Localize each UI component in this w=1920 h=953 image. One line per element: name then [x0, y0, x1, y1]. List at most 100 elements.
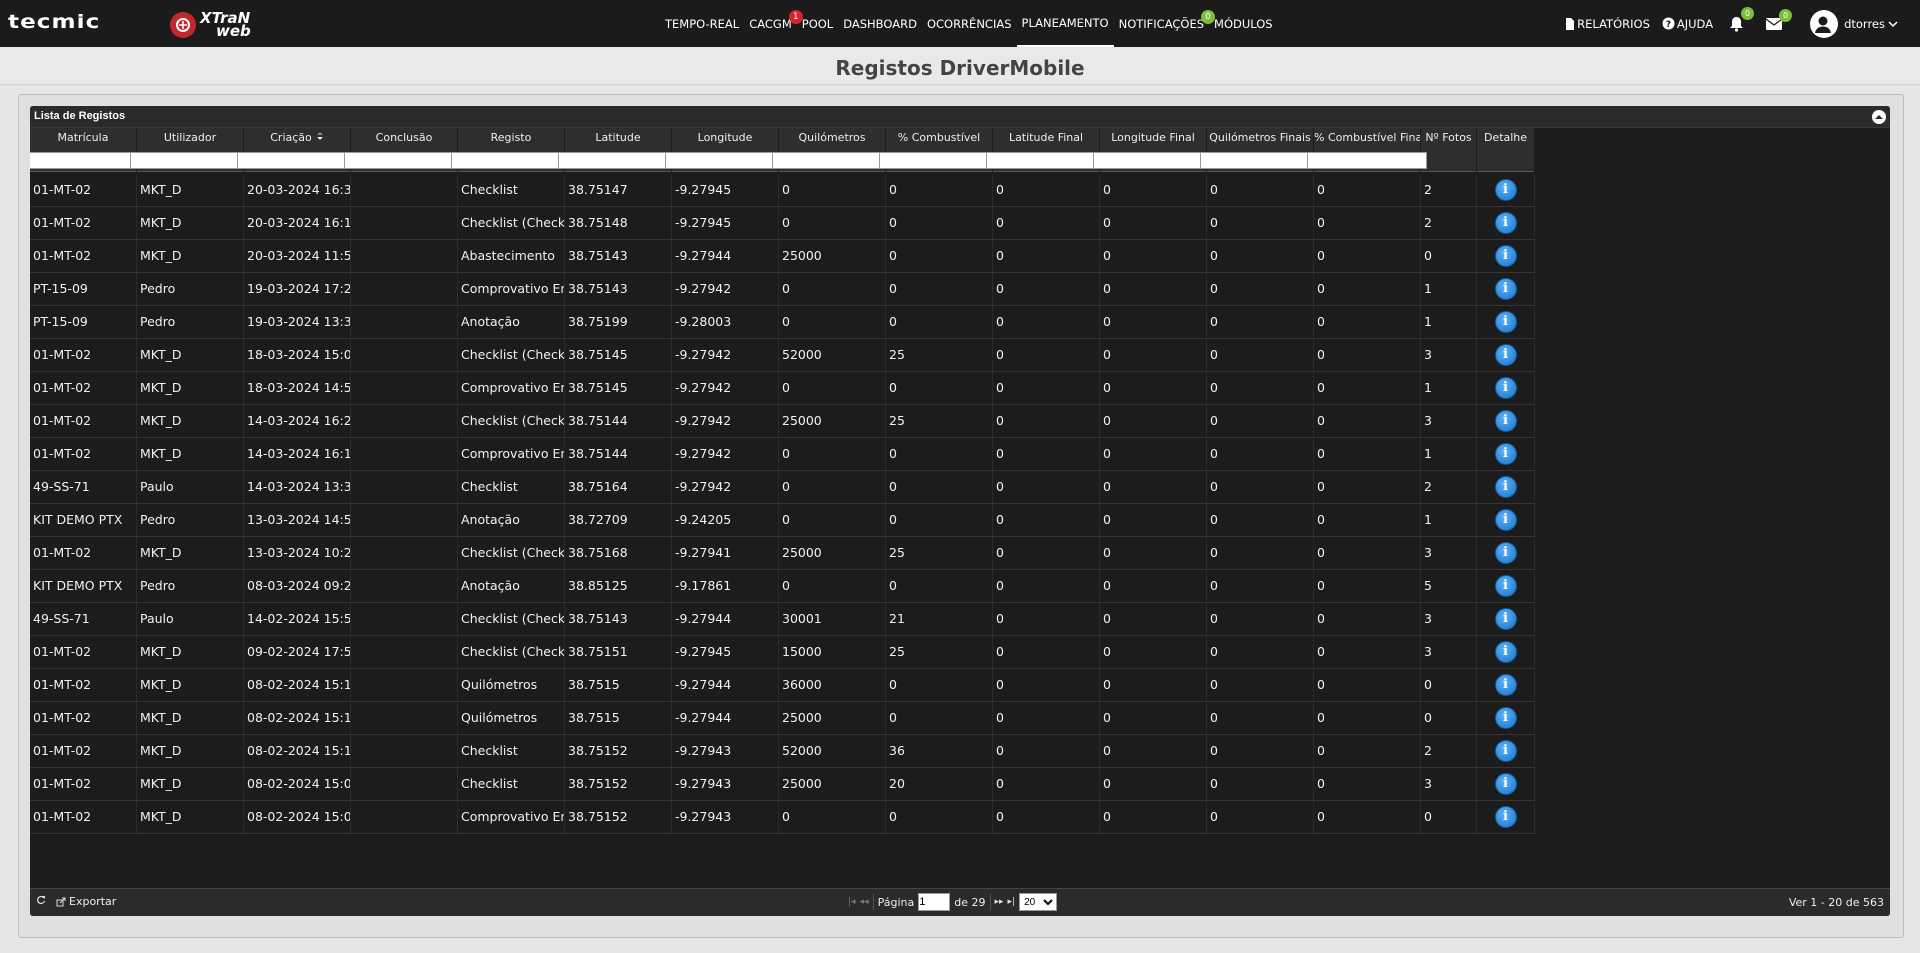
reports-link[interactable]: RELATÓRIOS	[1565, 17, 1650, 31]
info-icon[interactable]: i	[1494, 278, 1517, 300]
table-row[interactable]: KIT DEMO PTX Pedro 13-03-2024 14:53 Anotaçã…	[30, 504, 1535, 537]
column-header[interactable]: Registo	[458, 128, 565, 148]
column-filter-input[interactable]	[130, 151, 250, 169]
page-size-select[interactable]: 20	[1019, 893, 1058, 911]
column-filter-input[interactable]	[1093, 151, 1213, 169]
table-row[interactable]: 01-MT-02 MKT_D 08-02-2024 15:15 Quilómetros…	[30, 702, 1535, 735]
table-row[interactable]: 01-MT-02 MKT_D 08-02-2024 15:15 Quilómetros…	[30, 669, 1535, 702]
table-cell: 0	[1314, 207, 1421, 239]
column-filter-input[interactable]	[1307, 151, 1427, 169]
table-row[interactable]: 01-MT-02 MKT_D 18-03-2024 15:00 Checklist (…	[30, 339, 1535, 372]
table-cell: 0	[1100, 570, 1207, 602]
column-filter-input[interactable]	[879, 151, 999, 169]
column-header[interactable]: Latitude Final	[993, 128, 1100, 148]
column-header[interactable]: Utilizador	[137, 128, 244, 148]
info-icon[interactable]: i	[1494, 344, 1517, 366]
refresh-button[interactable]	[36, 895, 46, 908]
nav-item-módulos[interactable]: MÓDULOS	[1209, 0, 1278, 47]
table-row[interactable]: 01-MT-02 MKT_D 08-02-2024 15:09 Checklist 38…	[30, 768, 1535, 801]
table-cell: 2	[1421, 471, 1477, 503]
table-cell	[351, 471, 458, 503]
nav-item-tempo-real[interactable]: TEMPO-REAL	[660, 0, 744, 47]
pager-separator	[989, 894, 991, 910]
info-icon[interactable]: i	[1494, 608, 1517, 630]
column-header[interactable]: Longitude	[672, 128, 779, 148]
table-row[interactable]: 01-MT-02 MKT_D 14-03-2024 16:14 Comprovativ…	[30, 438, 1535, 471]
messages-button[interactable]: 0	[1766, 8, 1793, 30]
info-icon[interactable]: i	[1494, 311, 1517, 333]
column-filter-input[interactable]	[986, 151, 1106, 169]
column-filter-input[interactable]	[558, 151, 678, 169]
table-cell: -9.27944	[672, 669, 779, 701]
table-row[interactable]: 01-MT-02 MKT_D 14-03-2024 16:21 Checklist (…	[30, 405, 1535, 438]
table-row[interactable]: 01-MT-02 MKT_D 20-03-2024 11:50 Abastecimen…	[30, 240, 1535, 273]
export-button[interactable]: Exportar	[56, 895, 116, 908]
table-row[interactable]: 01-MT-02 MKT_D 20-03-2024 16:15 Checklist (…	[30, 207, 1535, 240]
column-header[interactable]: Quilómetros Finais	[1207, 128, 1314, 148]
column-filter-input[interactable]	[665, 151, 785, 169]
table-row[interactable]: 49-SS-71 Paulo 14-02-2024 15:57 Checklist (…	[30, 603, 1535, 636]
nav-item-planeamento[interactable]: PLANEAMENTO	[1016, 0, 1114, 47]
tecmic-logo[interactable]: tecmic	[8, 10, 153, 36]
info-icon[interactable]: i	[1494, 542, 1517, 564]
nav-item-cacgm[interactable]: CACGM 1	[744, 0, 803, 47]
column-filter-input[interactable]	[772, 151, 892, 169]
last-page-button[interactable]: ▸|	[1008, 897, 1016, 907]
table-row[interactable]: 01-MT-02 MKT_D 18-03-2024 14:59 Comprovativ…	[30, 372, 1535, 405]
info-icon[interactable]: i	[1494, 245, 1517, 267]
table-row[interactable]: 01-MT-02 MKT_D 08-02-2024 15:10 Checklist 38…	[30, 735, 1535, 768]
column-header[interactable]: Conclusão	[351, 128, 458, 148]
info-icon[interactable]: i	[1494, 377, 1517, 399]
table-row[interactable]: 49-SS-71 Paulo 14-03-2024 13:33 Checklist 38…	[30, 471, 1535, 504]
table-row[interactable]: 01-MT-02 MKT_D 20-03-2024 16:33 Checklist 38…	[30, 174, 1535, 207]
table-row[interactable]: PT-15-09 Pedro 19-03-2024 17:21 Comprovativ…	[30, 273, 1535, 306]
column-header[interactable]: Longitude Final	[1100, 128, 1207, 148]
nav-item-dashboard[interactable]: DASHBOARD	[838, 0, 922, 47]
table-row[interactable]: 01-MT-02 MKT_D 13-03-2024 10:29 Checklist (…	[30, 537, 1535, 570]
column-filter-input[interactable]	[451, 151, 571, 169]
table-row[interactable]: PT-15-09 Pedro 19-03-2024 13:32 Anotação 38.…	[30, 306, 1535, 339]
next-page-button[interactable]: ▸▸	[995, 897, 1004, 907]
nav-item-notificações[interactable]: NOTIFICAÇÕES 0	[1114, 0, 1216, 47]
info-icon[interactable]: i	[1494, 740, 1517, 762]
info-icon[interactable]: i	[1494, 509, 1517, 531]
info-icon[interactable]: i	[1494, 641, 1517, 663]
table-cell: 0	[1100, 240, 1207, 272]
nav-item-ocorrências[interactable]: OCORRÊNCIAS	[922, 0, 1017, 47]
column-header[interactable]: % Combustível	[886, 128, 993, 148]
table-row[interactable]: KIT DEMO PTX Pedro 08-03-2024 09:22 Anotaçã…	[30, 570, 1535, 603]
info-icon[interactable]: i	[1494, 806, 1517, 828]
user-menu[interactable]: dtorres	[1796, 9, 1900, 38]
info-icon[interactable]: i	[1494, 575, 1517, 597]
column-header[interactable]: Detalhe	[1477, 128, 1535, 148]
help-link[interactable]: ? AJUDA	[1662, 17, 1713, 31]
prev-page-button[interactable]: ◂◂	[860, 897, 869, 907]
info-icon[interactable]: i	[1494, 179, 1517, 201]
column-header[interactable]: Nº Fotos	[1421, 128, 1477, 148]
column-filter-input[interactable]	[30, 151, 143, 169]
notifications-bell[interactable]: 0	[1729, 6, 1755, 32]
table-row[interactable]: 01-MT-02 MKT_D 08-02-2024 15:05 Comprovativ…	[30, 801, 1535, 834]
info-icon[interactable]: i	[1494, 443, 1517, 465]
xtran-web-logo[interactable]: XTraN web	[170, 10, 251, 40]
info-icon[interactable]: i	[1494, 410, 1517, 432]
nav-item-pool[interactable]: POOL	[797, 0, 838, 47]
column-header[interactable]: Matrícula	[30, 128, 137, 148]
column-header[interactable]: % Combustível Final	[1314, 128, 1421, 148]
column-header[interactable]: Quilómetros	[779, 128, 886, 148]
first-page-button[interactable]: |◂	[848, 897, 856, 907]
info-icon[interactable]: i	[1494, 674, 1517, 696]
page-input[interactable]	[918, 893, 951, 911]
table-cell: -9.27945	[672, 636, 779, 668]
info-icon[interactable]: i	[1494, 707, 1517, 729]
column-filter-input[interactable]	[1200, 151, 1320, 169]
column-filter-input[interactable]	[237, 151, 357, 169]
table-row[interactable]: 01-MT-02 MKT_D 09-02-2024 17:52 Checklist (…	[30, 636, 1535, 669]
column-filter-input[interactable]	[344, 151, 464, 169]
info-icon[interactable]: i	[1494, 773, 1517, 795]
info-icon[interactable]: i	[1494, 212, 1517, 234]
collapse-grid-button[interactable]	[1872, 110, 1886, 124]
info-icon[interactable]: i	[1494, 476, 1517, 498]
column-header[interactable]: Latitude	[565, 128, 672, 148]
column-header[interactable]: Criação	[244, 128, 351, 148]
